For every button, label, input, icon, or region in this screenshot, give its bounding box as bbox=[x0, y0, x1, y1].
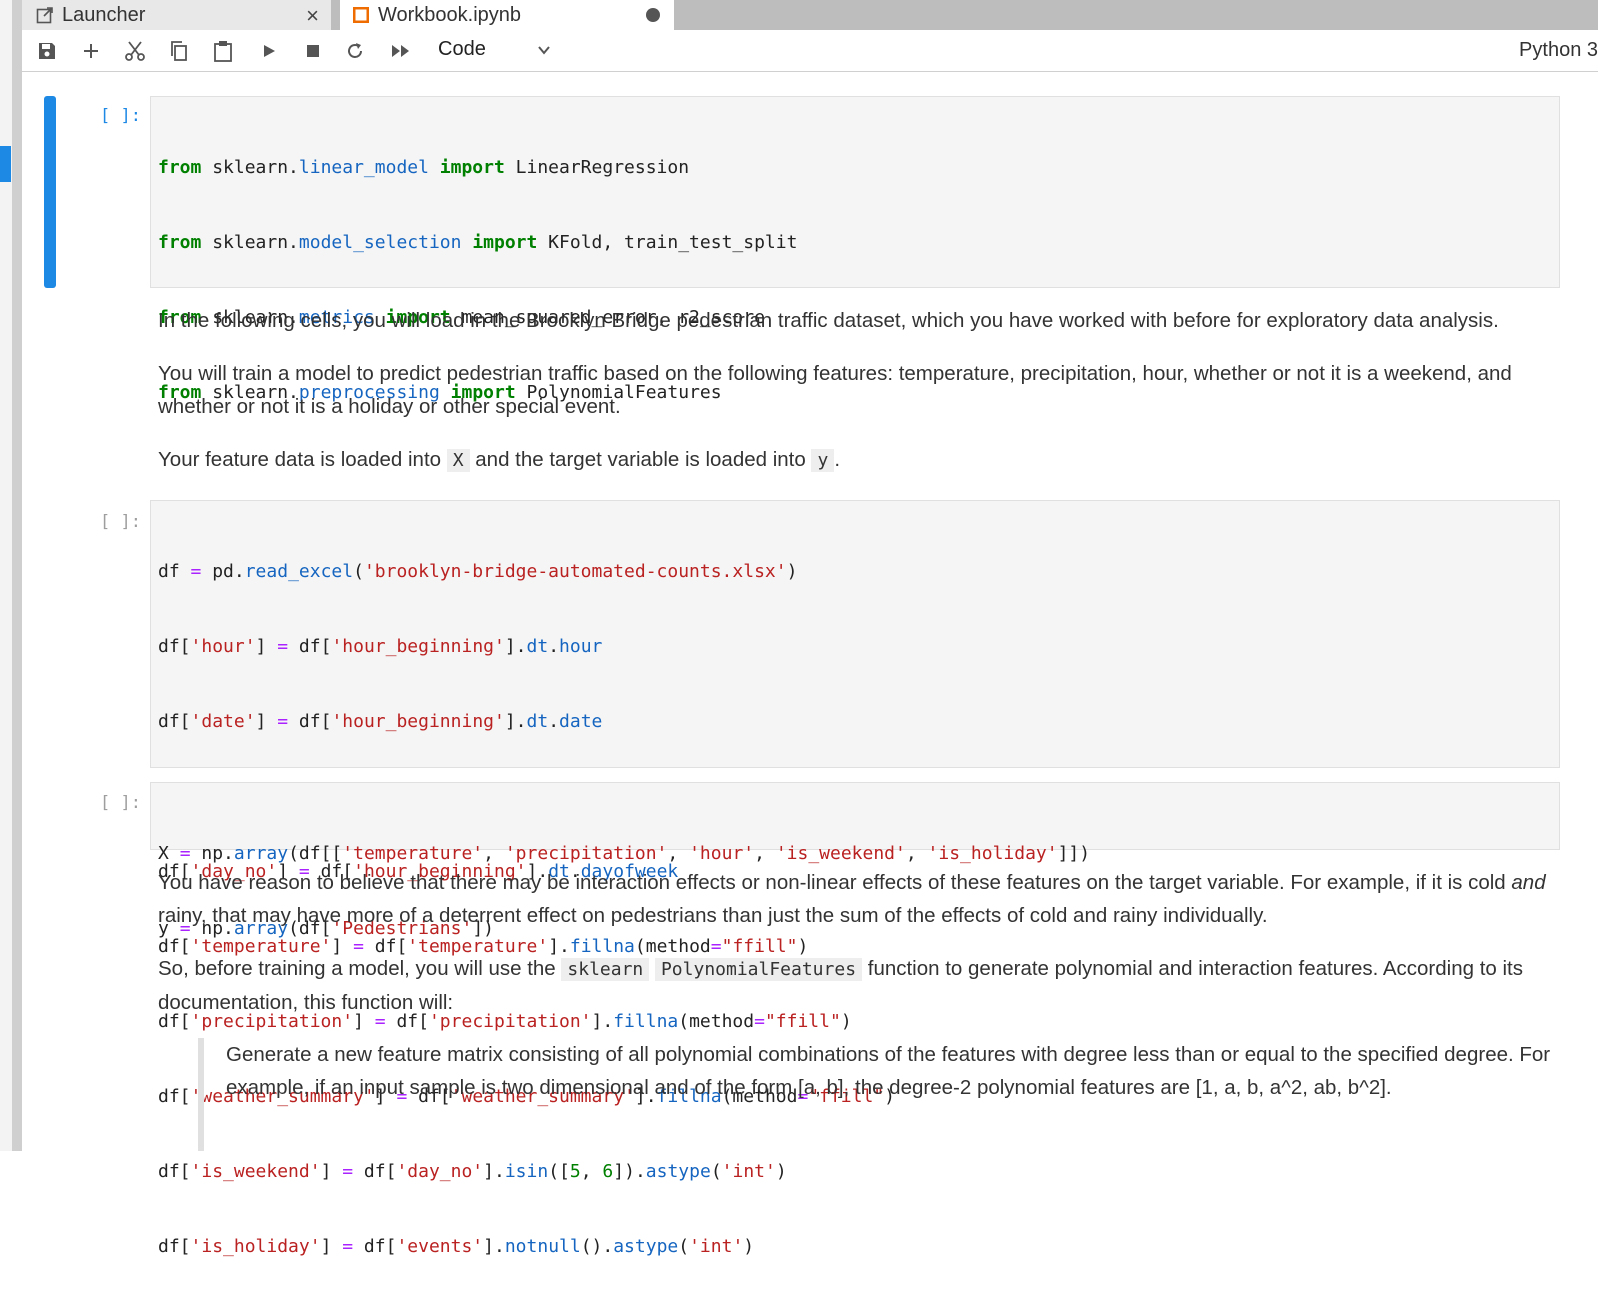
play-icon bbox=[264, 45, 275, 57]
clipboard-icon bbox=[214, 41, 232, 62]
text: rainy, that may have more of a deterrent… bbox=[158, 904, 1268, 927]
copy-button[interactable] bbox=[166, 38, 192, 64]
close-icon[interactable]: × bbox=[306, 3, 319, 29]
emphasis: and bbox=[1511, 871, 1546, 894]
active-cell-indicator[interactable] bbox=[44, 96, 56, 288]
paragraph: You have reason to believe that there ma… bbox=[158, 866, 1548, 932]
run-button[interactable] bbox=[256, 38, 282, 64]
paste-button[interactable] bbox=[210, 38, 236, 64]
unsaved-indicator-icon[interactable] bbox=[646, 8, 660, 22]
markdown-cell[interactable]: You have reason to believe that there ma… bbox=[158, 866, 1548, 1019]
interrupt-button[interactable] bbox=[300, 38, 326, 64]
cut-button[interactable] bbox=[122, 38, 148, 64]
chevron-down-icon[interactable] bbox=[536, 42, 552, 63]
tab-launcher[interactable]: Launcher × bbox=[22, 0, 332, 30]
sidebar-active-indicator bbox=[0, 146, 11, 182]
insert-cell-button[interactable] bbox=[78, 38, 104, 64]
paragraph: In the following cells, you will load in… bbox=[158, 309, 1499, 332]
code-line: X = np.array(df[['temperature', 'precipi… bbox=[158, 843, 1091, 864]
text: . bbox=[834, 448, 841, 471]
code-line: df['is_holiday'] = df['events'].notnull(… bbox=[158, 1236, 755, 1257]
inline-code: y bbox=[811, 449, 835, 472]
fast-forward-icon bbox=[392, 45, 409, 57]
tab-workbook[interactable]: Workbook.ipynb bbox=[340, 0, 674, 30]
refresh-icon bbox=[348, 43, 362, 58]
code-cell-imports[interactable]: from sklearn.linear_model import LinearR… bbox=[150, 96, 1560, 628]
sidebar-edge[interactable] bbox=[12, 0, 22, 1151]
stop-icon bbox=[307, 45, 319, 57]
copy-icon bbox=[171, 41, 187, 61]
blockquote: Generate a new feature matrix consisting… bbox=[198, 1038, 1576, 1151]
inline-code: sklearn bbox=[561, 958, 650, 981]
paragraph: Your feature data is loaded into X and t… bbox=[158, 443, 1548, 477]
restart-button[interactable] bbox=[342, 38, 368, 64]
markdown-cell[interactable]: In the following cells, you will load in… bbox=[158, 304, 1548, 477]
launcher-icon bbox=[34, 4, 56, 26]
notebook-panel: [ ]: from sklearn.linear_model import Li… bbox=[22, 72, 1598, 1257]
notebook-icon bbox=[350, 4, 372, 26]
text: Your feature data is loaded into bbox=[158, 448, 447, 471]
paragraph: You will train a model to predict pedest… bbox=[158, 362, 1512, 418]
code-line: df['is_weekend'] = df['day_no'].isin([5,… bbox=[158, 1161, 787, 1182]
code-line: df['hour'] = df['hour_beginning'].dt.hou… bbox=[158, 636, 603, 657]
notebook-toolbar: Code Python 3 bbox=[22, 30, 1598, 72]
left-sidebar bbox=[0, 0, 22, 1151]
code-line: from sklearn.linear_model import LinearR… bbox=[158, 157, 690, 178]
code-line: df = pd.read_excel('brooklyn-bridge-auto… bbox=[158, 561, 798, 582]
cell-prompt: [ ]: bbox=[100, 106, 141, 126]
kernel-name[interactable]: Python 3 bbox=[1519, 39, 1598, 62]
code-line: from sklearn.model_selection import KFol… bbox=[158, 232, 798, 253]
tab-label: Launcher bbox=[62, 3, 146, 26]
inline-code: X bbox=[446, 449, 470, 472]
plus-icon bbox=[84, 44, 98, 58]
code-line: df['date'] = df['hour_beginning'].dt.dat… bbox=[158, 711, 603, 732]
save-icon bbox=[39, 43, 55, 59]
scissors-icon bbox=[125, 41, 145, 61]
cell-prompt: [ ]: bbox=[100, 793, 141, 813]
save-button[interactable] bbox=[34, 38, 60, 64]
inline-code: PolynomialFeatures bbox=[654, 958, 863, 981]
text: You have reason to believe that there ma… bbox=[158, 871, 1512, 894]
text: So, before training a model, you will us… bbox=[158, 957, 562, 980]
cell-prompt: [ ]: bbox=[100, 512, 141, 532]
quote-text: Generate a new feature matrix consisting… bbox=[226, 1043, 1551, 1099]
code-cell-load-data[interactable]: df = pd.read_excel('brooklyn-bridge-auto… bbox=[150, 500, 1560, 1257]
tab-bar: Launcher × Workbook.ipynb bbox=[22, 0, 1598, 30]
paragraph: So, before training a model, you will us… bbox=[158, 952, 1548, 1019]
text: and the target variable is loaded into bbox=[469, 448, 812, 471]
restart-run-all-button[interactable] bbox=[388, 38, 414, 64]
cell-type-select[interactable]: Code bbox=[438, 38, 486, 61]
code-cell-arrays[interactable]: X = np.array(df[['temperature', 'precipi… bbox=[150, 782, 1560, 939]
tab-label: Workbook.ipynb bbox=[378, 3, 522, 26]
